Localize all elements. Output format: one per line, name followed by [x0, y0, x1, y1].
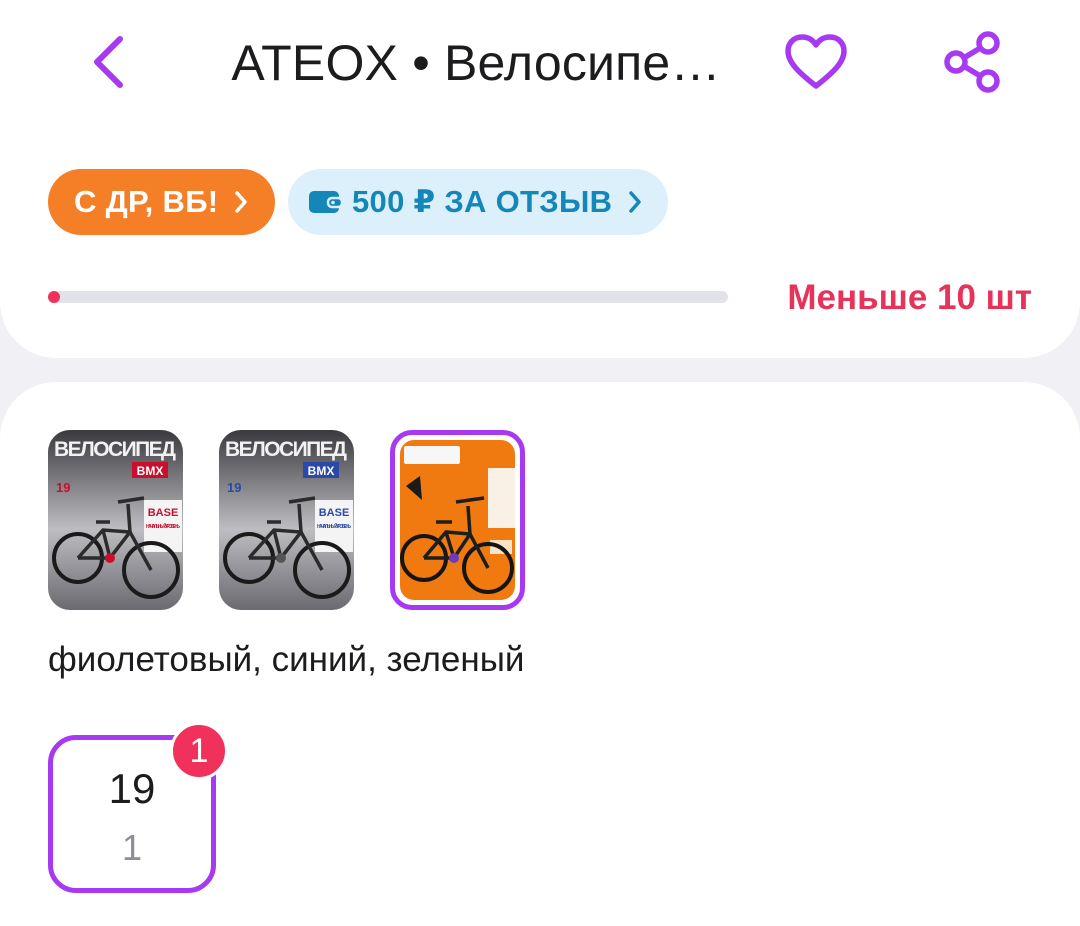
back-button[interactable]: [78, 30, 138, 94]
stock-progress-bar: [48, 291, 728, 303]
bicycle-image: ВЕЛОСИПЕД BMX BASE НАЧАЛЬНЫЙ УРОВЕНЬ 19: [48, 430, 183, 610]
top-bar: ATEOX • Велосипе…: [0, 0, 1080, 126]
bicycle-image: ВЕЛОСИПЕД BMX BASE НАЧАЛЬНЫЙ УРОВЕНЬ 19: [219, 430, 354, 610]
color-variant-list: ВЕЛОСИПЕД BMX BASE НАЧАЛЬНЫЙ УРОВЕНЬ 19: [48, 430, 525, 610]
bicycle-image: [400, 440, 515, 600]
wallet-icon: [308, 189, 344, 215]
chevron-right-icon: [234, 190, 248, 214]
promo-badge-label: С ДР, ВБ!: [74, 184, 219, 219]
thumbnail-caption: НАЧАЛЬНЫЙ УРОВЕНЬ: [146, 522, 180, 530]
promo-badges: С ДР, ВБ! 500 ₽ ЗА ОТЗЫВ: [48, 169, 668, 235]
variant-thumbnail[interactable]: ВЕЛОСИПЕД BMX BASE НАЧАЛЬНЫЙ УРОВЕНЬ 19: [48, 430, 183, 610]
selected-color-label: фиолетовый, синий, зеленый: [48, 640, 525, 679]
svg-text:19: 19: [56, 480, 70, 495]
size-count-badge: 1: [170, 722, 228, 780]
birthday-promo-badge[interactable]: С ДР, ВБ!: [48, 169, 275, 235]
share-icon: [944, 31, 1000, 93]
stock-indicator: Меньше 10 шт: [48, 272, 1032, 324]
stock-progress-fill: [48, 291, 60, 303]
svg-text:19: 19: [227, 480, 241, 495]
stock-label: Меньше 10 шт: [787, 278, 1032, 317]
thumbnail-tag: BMX: [308, 464, 335, 478]
thumbnail-model: BASE: [319, 507, 350, 519]
chevron-right-icon: [628, 190, 642, 214]
thumbnail-tag: BMX: [137, 464, 164, 478]
heart-icon: [785, 34, 847, 89]
favorite-button[interactable]: [782, 30, 850, 94]
variant-thumbnail-selected[interactable]: [390, 430, 525, 610]
thumbnail-model: BASE: [148, 507, 179, 519]
share-button[interactable]: [940, 30, 1004, 94]
review-badge-label: 500 ₽ ЗА ОТЗЫВ: [352, 184, 613, 219]
variant-thumbnail[interactable]: ВЕЛОСИПЕД BMX BASE НАЧАЛЬНЫЙ УРОВЕНЬ 19: [219, 430, 354, 610]
size-sub-value: 1: [121, 827, 143, 868]
chevron-left-icon: [94, 36, 123, 88]
page-title: ATEOX • Велосипе…: [231, 35, 721, 91]
variants-card: ВЕЛОСИПЕД BMX BASE НАЧАЛЬНЫЙ УРОВЕНЬ 19: [0, 382, 1080, 926]
product-header-card: ATEOX • Велосипе… С ДР, ВБ! 500 ₽ ЗА ОТЗ…: [0, 0, 1080, 358]
thumbnail-headline: ВЕЛОСИПЕД: [54, 438, 176, 461]
thumbnail-caption: НАЧАЛЬНЫЙ УРОВЕНЬ: [317, 522, 351, 530]
thumbnail-headline: ВЕЛОСИПЕД: [225, 438, 347, 461]
review-reward-badge[interactable]: 500 ₽ ЗА ОТЗЫВ: [288, 169, 668, 235]
